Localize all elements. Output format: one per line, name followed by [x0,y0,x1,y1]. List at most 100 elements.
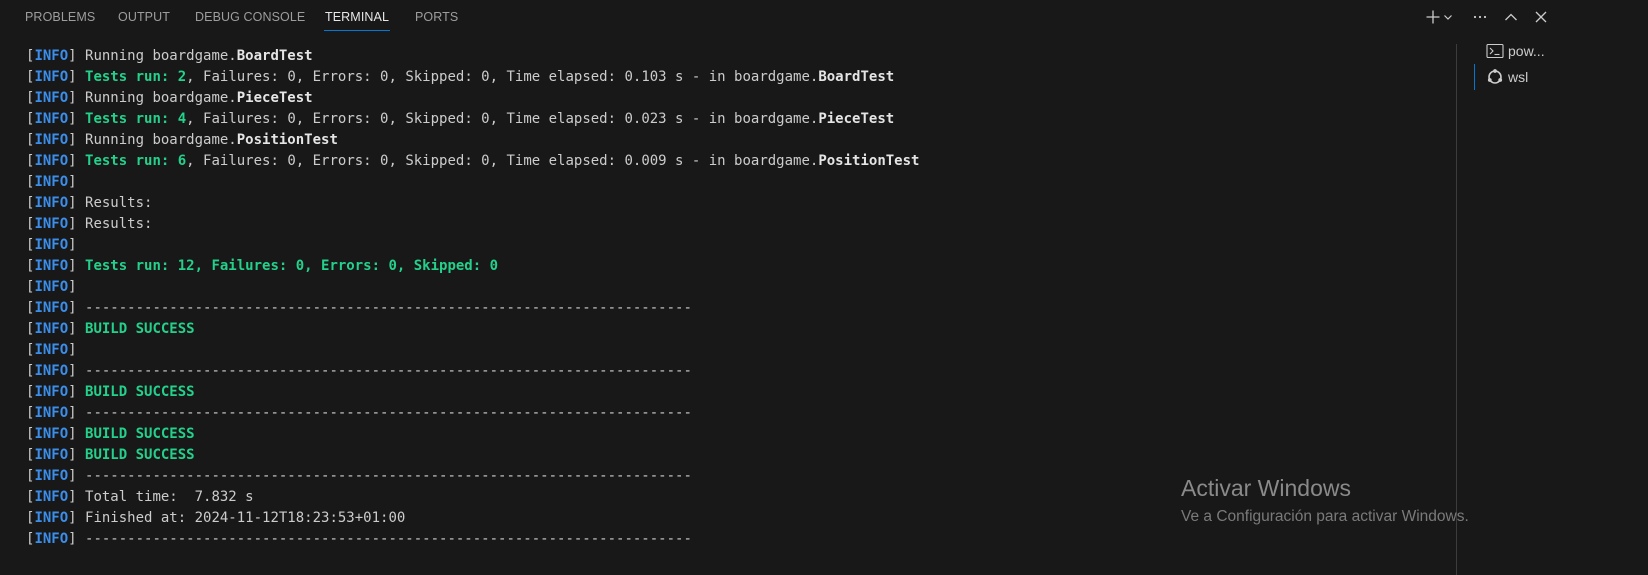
log-level-tag: INFO [34,132,69,148]
terminal-line: [INFO] BUILD SUCCESS [26,319,1446,340]
terminal-line: [INFO] Results: [26,214,1446,235]
log-text: PositionTest [818,153,920,169]
log-level-tag: INFO [34,111,69,127]
log-level-tag: INFO [34,363,69,379]
terminal-line: [INFO] BUILD SUCCESS [26,424,1446,445]
log-level-tag: INFO [34,48,69,64]
log-bracket: ] [68,321,86,337]
tab-problems[interactable]: PROBLEMS [25,10,95,24]
terminal-prompt-icon [1486,42,1504,60]
log-text: ----------------------------------------… [85,468,692,484]
log-text: BUILD SUCCESS [85,426,195,442]
plus-icon [1425,9,1441,25]
log-level-tag: INFO [34,216,69,232]
terminal-line: [INFO] ---------------------------------… [26,466,1446,487]
tab-debug-console[interactable]: DEBUG CONSOLE [195,10,305,24]
chevron-down-icon [1442,11,1454,23]
log-level-tag: INFO [34,195,69,211]
log-text: ----------------------------------------… [85,300,692,316]
more-actions-button[interactable] [1468,5,1492,29]
terminal-line: [INFO] Tests run: 12, Failures: 0, Error… [26,256,1446,277]
tab-terminal[interactable]: TERMINAL [323,10,391,31]
log-text: Running boardgame. [85,90,237,106]
terminal-panel: PROBLEMS OUTPUT DEBUG CONSOLE TERMINAL P… [0,0,1648,575]
terminal-line: [INFO] Running boardgame.PositionTest [26,130,1446,151]
log-bracket: ] [68,132,86,148]
log-bracket: ] [68,426,86,442]
log-bracket: ] [68,405,86,421]
log-text: , Failures: 0, Errors: 0, Skipped: 0, Ti… [186,111,819,127]
log-bracket: ] [68,174,86,190]
terminal-line: [INFO] ---------------------------------… [26,529,1446,550]
log-level-tag: INFO [34,468,69,484]
log-level-tag: INFO [34,384,69,400]
close-panel-button[interactable] [1529,5,1553,29]
terminal-line: [INFO] [26,340,1446,361]
terminal-line: [INFO] Running boardgame.PieceTest [26,88,1446,109]
panel-tab-bar: PROBLEMS OUTPUT DEBUG CONSOLE TERMINAL P… [0,0,1648,35]
log-bracket: ] [68,489,86,505]
terminal-tab-wsl[interactable]: wsl [1474,64,1648,90]
log-level-tag: INFO [34,237,69,253]
log-text: BUILD SUCCESS [85,447,195,463]
log-bracket: ] [68,300,86,316]
log-text: , Failures: 0, Errors: 0, Skipped: 0, Ti… [186,69,819,85]
ellipsis-icon [1472,9,1488,25]
log-level-tag: INFO [34,300,69,316]
log-level-tag: INFO [34,279,69,295]
tab-output[interactable]: OUTPUT [118,10,170,24]
log-text: Running boardgame. [85,132,237,148]
log-bracket: ] [68,342,86,358]
log-level-tag: INFO [34,531,69,547]
log-level-tag: INFO [34,153,69,169]
log-level-tag: INFO [34,90,69,106]
terminal-line: [INFO] Tests run: 2, Failures: 0, Errors… [26,67,1446,88]
terminal-tab-powershell[interactable]: pow... [1474,38,1648,64]
terminal-line: [INFO] ---------------------------------… [26,361,1446,382]
chevron-up-icon [1503,9,1519,25]
log-level-tag: INFO [34,405,69,421]
log-level-tag: INFO [34,447,69,463]
log-level-tag: INFO [34,174,69,190]
log-bracket: ] [68,531,86,547]
terminal-line: [INFO] Total time: 7.832 s [26,487,1446,508]
terminal-tabs-list: pow... wsl [1474,38,1648,90]
log-text: Tests run: 2 [85,69,187,85]
log-level-tag: INFO [34,426,69,442]
terminal-line: [INFO] [26,172,1446,193]
log-bracket: ] [68,447,86,463]
log-text: BUILD SUCCESS [85,321,195,337]
log-text: BUILD SUCCESS [85,384,195,400]
terminal-line: [INFO] Running boardgame.BoardTest [26,46,1446,67]
log-text: ----------------------------------------… [85,405,692,421]
log-bracket: ] [68,258,86,274]
terminal-line: [INFO] ---------------------------------… [26,298,1446,319]
log-bracket: ] [68,384,86,400]
close-icon [1533,9,1549,25]
log-bracket: ] [68,279,86,295]
log-bracket: ] [68,468,86,484]
tab-ports[interactable]: PORTS [415,10,458,24]
terminal-line: [INFO] [26,235,1446,256]
log-text: Running boardgame. [85,48,237,64]
log-text: BoardTest [818,69,895,85]
log-text: PieceTest [818,111,895,127]
log-bracket: ] [68,153,86,169]
log-bracket: ] [68,69,86,85]
log-text: Results: [85,216,153,232]
terminal-output[interactable]: [INFO] Running boardgame.BoardTest [INFO]… [26,46,1446,550]
log-bracket: ] [68,237,86,253]
terminal-line: [INFO] Results: [26,193,1446,214]
log-text: Finished at: 2024-11-12T18:23:53+01:00 [85,510,406,526]
maximize-panel-button[interactable] [1499,5,1523,29]
log-text: ----------------------------------------… [85,531,692,547]
terminal-line: [INFO] [26,277,1446,298]
log-bracket: ] [68,195,86,211]
log-text: Results: [85,195,153,211]
launch-profile-button[interactable] [1440,5,1456,29]
log-text: PieceTest [236,90,313,106]
log-text: PositionTest [236,132,338,148]
log-bracket: ] [68,111,86,127]
log-level-tag: INFO [34,510,69,526]
log-level-tag: INFO [34,258,69,274]
